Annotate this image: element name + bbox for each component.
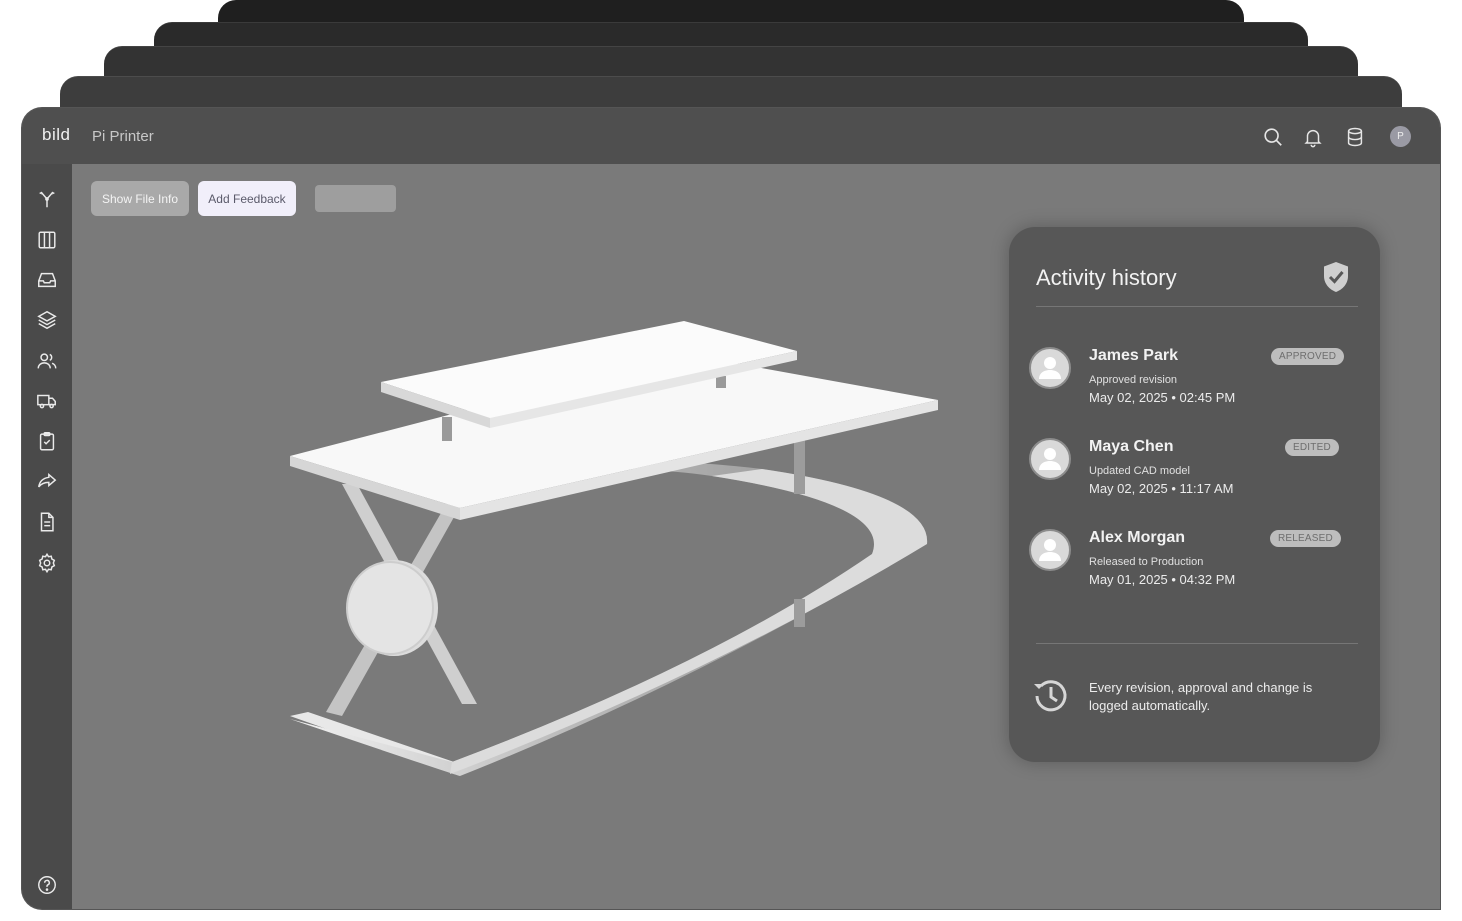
entry-user-name: James Park [1089,347,1178,364]
activity-footer-note: Every revision, approval and change is l… [1089,680,1313,713]
project-title: Pi Printer [92,128,154,145]
entry-timestamp: May 02, 2025 • 02:45 PM [1089,390,1236,405]
avatar [1029,347,1071,389]
top-bar: bild Pi Printer P [22,108,1440,164]
app-logo[interactable]: bild [42,125,70,145]
truck-icon[interactable] [36,390,58,412]
users-icon[interactable] [36,350,58,372]
status-badge: RELEASED [1270,530,1341,547]
entry-timestamp: May 01, 2025 • 04:32 PM [1089,572,1236,587]
clipboard-check-icon[interactable] [36,430,58,452]
settings-icon[interactable] [36,552,58,574]
avatar [1029,529,1071,571]
activity-entry[interactable]: Alex Morgan Released to Production May 0… [1029,529,1359,609]
entry-user-name: Maya Chen [1089,438,1174,455]
status-badge: APPROVED [1271,348,1345,365]
app-window: bild Pi Printer P Show File Info Add Fee… [22,108,1440,909]
entry-action: Updated CAD model [1089,465,1190,477]
panel-divider-top [1036,306,1358,307]
search-icon[interactable] [1262,126,1284,148]
activity-history-title: Activity history [1036,265,1177,290]
branch-icon[interactable] [36,188,58,210]
activity-entry[interactable]: James Park Approved revision May 02, 202… [1029,347,1359,427]
layers-icon[interactable] [36,309,58,331]
entry-user-name: Alex Morgan [1089,529,1186,546]
share-icon[interactable] [36,470,58,492]
inbox-icon[interactable] [36,269,58,291]
columns-icon[interactable] [36,229,58,251]
history-icon [1034,680,1067,712]
entry-timestamp: May 02, 2025 • 11:17 AM [1089,481,1234,496]
cad-model-render[interactable] [72,164,972,909]
document-icon[interactable] [36,511,58,533]
entry-action: Released to Production [1089,556,1204,568]
shield-check-icon [1324,262,1348,292]
entry-action: Approved revision [1089,374,1178,386]
database-icon[interactable] [1344,126,1366,148]
avatar [1029,438,1071,480]
panel-divider-bottom [1036,643,1358,644]
sidebar [22,164,72,909]
user-avatar[interactable]: P [1390,126,1411,147]
model-viewport[interactable]: Show File Info Add Feedback Activity his… [72,164,1440,909]
bell-icon[interactable] [1302,126,1324,148]
activity-entry[interactable]: Maya Chen Updated CAD model May 02, 2025… [1029,438,1359,518]
status-badge: EDITED [1285,439,1339,456]
activity-history-panel: Activity history James Park Approved rev… [1009,227,1380,762]
help-icon[interactable] [36,874,58,896]
